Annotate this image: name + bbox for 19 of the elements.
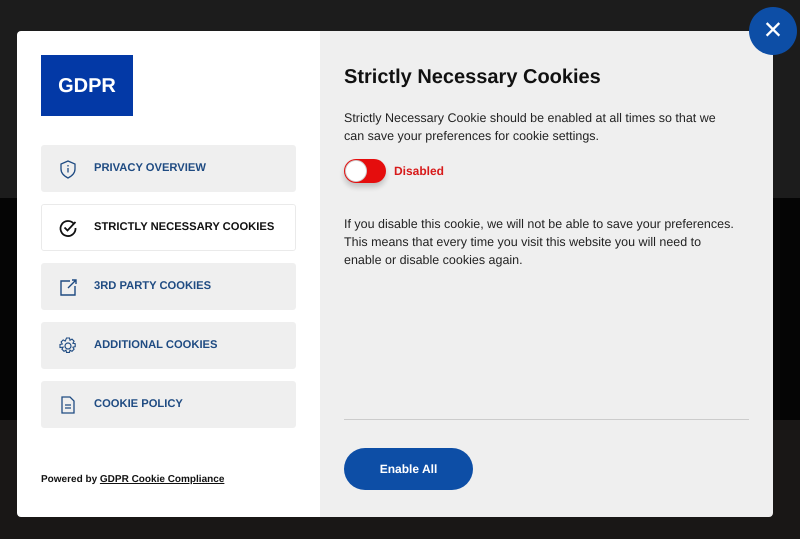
toggle-switch[interactable]: [344, 159, 386, 183]
enable-all-button[interactable]: Enable All: [344, 448, 473, 490]
external-link-icon: [58, 276, 78, 296]
info-paragraph: If you disable this cookie, we will not be able to save your preferences. This means that every time you visit this website you will need to enable or disable cookies again.: [344, 216, 735, 269]
check-circle-icon: [58, 218, 78, 238]
powered-by-text: Powered by GDPR Cookie Compliance: [41, 473, 226, 487]
section-title: Strictly Necessary Cookies: [344, 65, 602, 89]
close-button[interactable]: ×: [749, 7, 797, 55]
gear-icon: [58, 336, 78, 356]
logo: GDPR: [41, 55, 133, 116]
compliance-link[interactable]: GDPR Cookie Compliance: [100, 474, 224, 485]
intro-paragraph: Strictly Necessary Cookie should be enabled at all times so that we can save your preferences for cookie settings.: [344, 110, 717, 145]
menu-tab[interactable]: ADDITIONAL COOKIES: [41, 322, 296, 369]
toggle-label: Disabled: [394, 163, 444, 180]
shield-icon: [58, 158, 78, 178]
menu-tab[interactable]: COOKIE POLICY: [41, 381, 296, 428]
menu-tab[interactable]: 3RD PARTY COOKIES: [41, 263, 296, 310]
menu-tab[interactable]: STRICTLY NECESSARY COOKIES: [41, 204, 296, 251]
menu-tab[interactable]: PRIVACY OVERVIEW: [41, 145, 296, 192]
